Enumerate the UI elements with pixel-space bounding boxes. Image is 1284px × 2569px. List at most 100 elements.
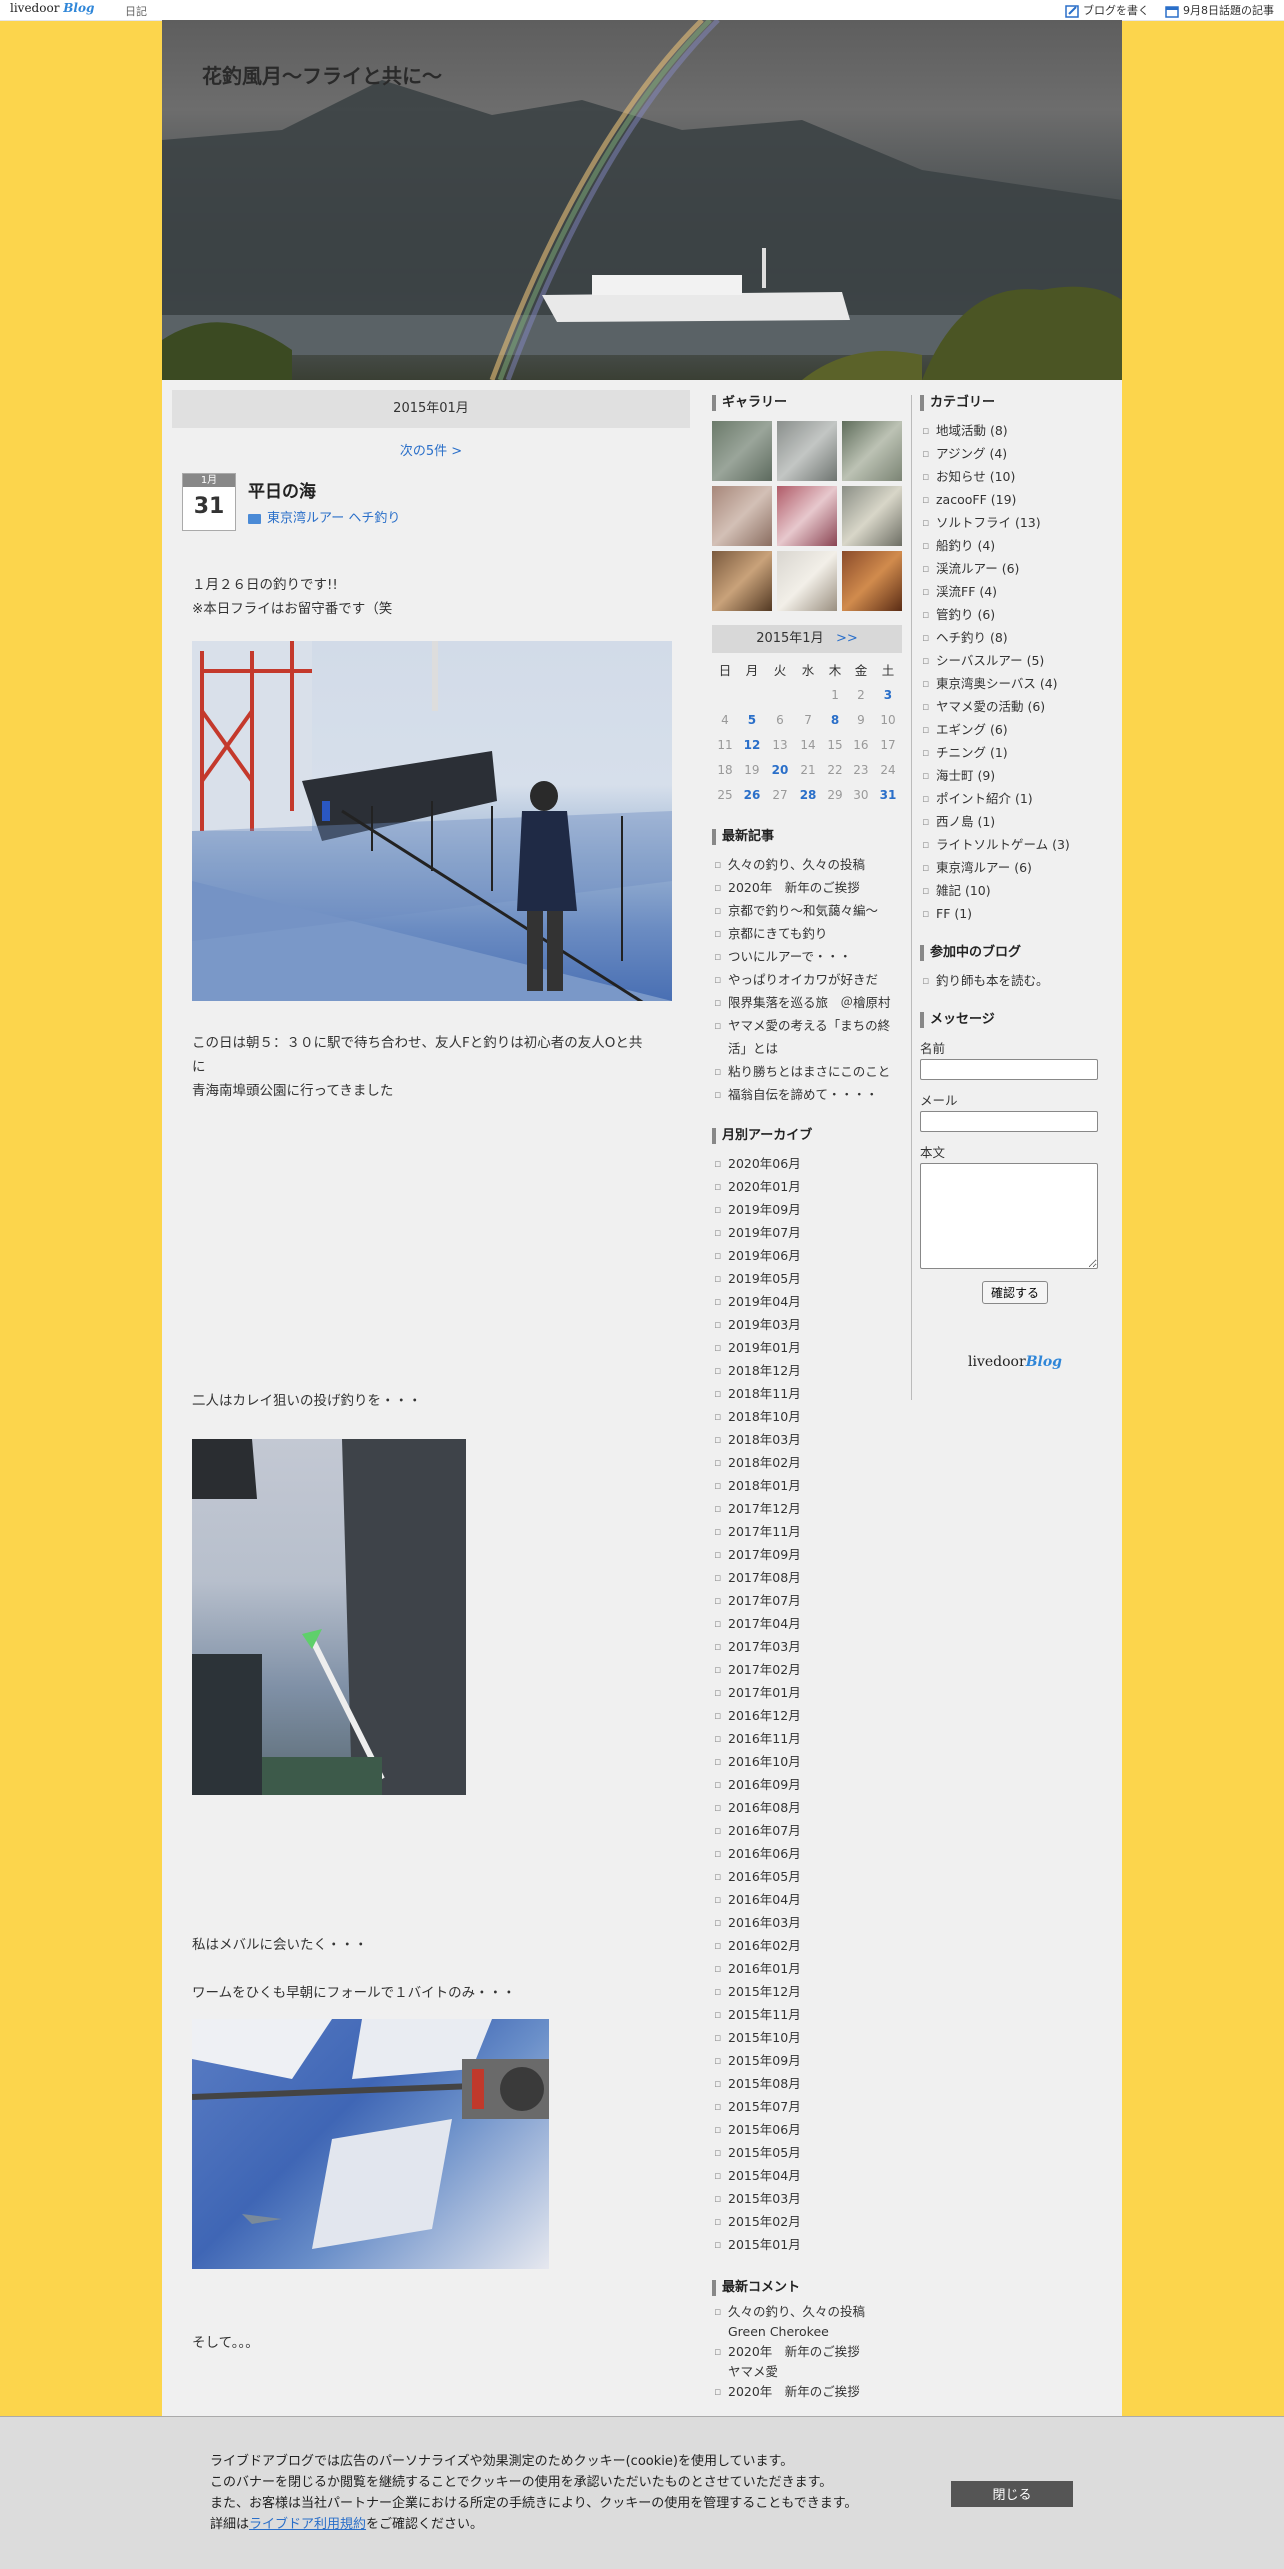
archive-item[interactable]: 2015年07月 (712, 2095, 902, 2118)
archive-item[interactable]: 2018年11月 (712, 1382, 902, 1405)
category-item[interactable]: 地域活動 (8) (920, 419, 1110, 442)
cookie-close-button[interactable]: 閉じる (951, 2481, 1073, 2507)
gallery-thumb[interactable] (842, 551, 902, 611)
calendar-day[interactable]: 12 (738, 732, 766, 757)
gallery-thumb[interactable] (712, 421, 772, 481)
archive-item[interactable]: 2017年04月 (712, 1612, 902, 1635)
archive-item[interactable]: 2017年02月 (712, 1658, 902, 1681)
next-5-link[interactable]: 次の5件 > (400, 444, 462, 459)
blog-item[interactable]: 釣り師も本を読む。 (920, 969, 1110, 992)
archive-item[interactable]: 2020年01月 (712, 1175, 902, 1198)
recent-post-item[interactable]: 京都で釣り〜和気藹々編〜 (712, 899, 902, 922)
category-item[interactable]: ポイント紹介 (1) (920, 787, 1110, 810)
archive-item[interactable]: 2017年08月 (712, 1566, 902, 1589)
archive-item[interactable]: 2015年04月 (712, 2164, 902, 2187)
calendar-next-link[interactable]: >> (836, 631, 858, 646)
calendar-day[interactable]: 3 (874, 682, 902, 707)
archive-item[interactable]: 2018年10月 (712, 1405, 902, 1428)
gallery-thumb[interactable] (777, 421, 837, 481)
category-item[interactable]: FF (1) (920, 902, 1110, 925)
entry-photo-rod[interactable] (192, 1439, 466, 1795)
livedoor-footer-logo[interactable]: livedoorBlog (920, 1354, 1110, 1370)
archive-item[interactable]: 2016年07月 (712, 1819, 902, 1842)
category-item[interactable]: 海士町 (9) (920, 764, 1110, 787)
comment-article[interactable]: 2020年 新年のご挨拶 (712, 2342, 902, 2362)
recent-post-item[interactable]: 京都にきても釣り (712, 922, 902, 945)
calendar-day[interactable]: 28 (794, 782, 822, 807)
calendar-day[interactable]: 8 (822, 707, 848, 732)
blog-title[interactable]: 花釣風月～フライと共に～ (202, 60, 442, 89)
category-item[interactable]: エギング (6) (920, 718, 1110, 741)
archive-item[interactable]: 2017年03月 (712, 1635, 902, 1658)
archive-item[interactable]: 2015年03月 (712, 2187, 902, 2210)
category-item[interactable]: ライトソルトゲーム (3) (920, 833, 1110, 856)
archive-item[interactable]: 2016年09月 (712, 1773, 902, 1796)
name-field[interactable] (920, 1059, 1098, 1080)
recent-post-item[interactable]: 2020年 新年のご挨拶 (712, 876, 902, 899)
archive-item[interactable]: 2016年10月 (712, 1750, 902, 1773)
category-item[interactable]: アジング (4) (920, 442, 1110, 465)
category-item[interactable]: 東京湾奥シーバス (4) (920, 672, 1110, 695)
category-item[interactable]: シーバスルアー (5) (920, 649, 1110, 672)
recent-post-item[interactable]: 久々の釣り、久々の投稿 (712, 853, 902, 876)
calendar-day[interactable]: 5 (738, 707, 766, 732)
archive-item[interactable]: 2019年09月 (712, 1198, 902, 1221)
recent-post-item[interactable]: 福翁自伝を諦めて・・・・ (712, 1083, 902, 1106)
recent-post-item[interactable]: 粘り勝ちとはまさにこのこと (712, 1060, 902, 1083)
entry-title[interactable]: 平日の海 (248, 477, 316, 502)
category-item[interactable]: ソルトフライ (13) (920, 511, 1110, 534)
gallery-thumb[interactable] (712, 486, 772, 546)
category-link[interactable]: 日記 (125, 3, 147, 19)
archive-item[interactable]: 2017年01月 (712, 1681, 902, 1704)
archive-item[interactable]: 2015年05月 (712, 2141, 902, 2164)
category-item[interactable]: チニング (1) (920, 741, 1110, 764)
archive-item[interactable]: 2018年03月 (712, 1428, 902, 1451)
archive-item[interactable]: 2018年01月 (712, 1474, 902, 1497)
category-item[interactable]: お知らせ (10) (920, 465, 1110, 488)
archive-item[interactable]: 2016年11月 (712, 1727, 902, 1750)
archive-item[interactable]: 2015年01月 (712, 2233, 902, 2256)
archive-item[interactable]: 2020年06月 (712, 1152, 902, 1175)
recent-post-item[interactable]: ヤマメ愛の考える「まちの終活」とは (712, 1014, 902, 1060)
archive-item[interactable]: 2015年10月 (712, 2026, 902, 2049)
comment-article[interactable]: 2020年 新年のご挨拶 (712, 2382, 902, 2402)
archive-item[interactable]: 2019年07月 (712, 1221, 902, 1244)
archive-item[interactable]: 2015年12月 (712, 1980, 902, 2003)
archive-item[interactable]: 2015年11月 (712, 2003, 902, 2026)
write-blog-link[interactable]: ブログを書く (1065, 2, 1149, 18)
gallery-thumb[interactable] (712, 551, 772, 611)
archive-item[interactable]: 2018年12月 (712, 1359, 902, 1382)
comment-article[interactable]: 久々の釣り、久々の投稿 (712, 2302, 902, 2322)
archive-item[interactable]: 2016年03月 (712, 1911, 902, 1934)
archive-item[interactable]: 2017年12月 (712, 1497, 902, 1520)
category-item[interactable]: 管釣り (6) (920, 603, 1110, 626)
category-item[interactable]: 渓流FF (4) (920, 580, 1110, 603)
calendar-day[interactable]: 20 (766, 757, 794, 782)
archive-item[interactable]: 2019年01月 (712, 1336, 902, 1359)
calendar-day[interactable]: 31 (874, 782, 902, 807)
archive-item[interactable]: 2015年09月 (712, 2049, 902, 2072)
entry-category-link[interactable]: 東京湾ルアー ヘチ釣り (267, 511, 400, 526)
category-item[interactable]: 東京湾ルアー (6) (920, 856, 1110, 879)
archive-item[interactable]: 2019年04月 (712, 1290, 902, 1313)
topic-link[interactable]: 9月8日話題の記事 (1165, 2, 1274, 18)
category-item[interactable]: 船釣り (4) (920, 534, 1110, 557)
category-item[interactable]: 渓流ルアー (6) (920, 557, 1110, 580)
category-item[interactable]: 西ノ島 (1) (920, 810, 1110, 833)
archive-item[interactable]: 2017年09月 (712, 1543, 902, 1566)
mail-field[interactable] (920, 1111, 1098, 1132)
archive-item[interactable]: 2017年07月 (712, 1589, 902, 1612)
category-item[interactable]: 雑記 (10) (920, 879, 1110, 902)
archive-item[interactable]: 2016年01月 (712, 1957, 902, 1980)
archive-item[interactable]: 2017年11月 (712, 1520, 902, 1543)
recent-post-item[interactable]: やっぱりオイカワが好きだ (712, 968, 902, 991)
gallery-thumb[interactable] (777, 486, 837, 546)
terms-link[interactable]: ライブドア利用規約 (249, 2517, 366, 2532)
confirm-button[interactable]: 確認する (981, 1281, 1048, 1304)
archive-item[interactable]: 2019年03月 (712, 1313, 902, 1336)
archive-item[interactable]: 2019年06月 (712, 1244, 902, 1267)
archive-item[interactable]: 2016年12月 (712, 1704, 902, 1727)
recent-post-item[interactable]: ついにルアーで・・・ (712, 945, 902, 968)
archive-item[interactable]: 2016年02月 (712, 1934, 902, 1957)
body-field[interactable] (920, 1163, 1098, 1269)
